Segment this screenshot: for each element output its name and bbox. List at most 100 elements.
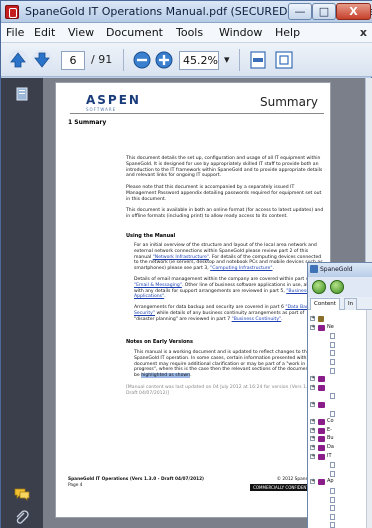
- zoom-in-icon[interactable]: [153, 49, 175, 71]
- help-window-title-bar[interactable]: SpaneGold: [308, 263, 372, 277]
- expand-icon[interactable]: +: [310, 479, 315, 485]
- heading-divider: [70, 113, 324, 114]
- tab-index[interactable]: In: [344, 298, 358, 310]
- logo-sub-text: SOFTWARE: [86, 107, 117, 112]
- tree-item-label: Da: [327, 444, 334, 450]
- expand-icon[interactable]: +: [310, 445, 315, 450]
- page-icon: [330, 496, 335, 503]
- back-arrow-icon[interactable]: [312, 280, 326, 294]
- tree-item-label: E-: [327, 426, 332, 433]
- notes-text: .: [190, 373, 192, 379]
- expand-icon[interactable]: +: [310, 419, 315, 425]
- book-icon: [318, 376, 325, 383]
- fit-page-icon[interactable]: [273, 49, 295, 71]
- using-manual-heading: Using the Manual: [126, 233, 176, 239]
- help-contents-tree: + + Ne + + + + Co + E- + Bu + Da + IT + Ap: [308, 310, 372, 528]
- expand-icon[interactable]: +: [310, 316, 315, 321]
- footer-page-number: Page 4: [68, 483, 83, 488]
- maximize-button[interactable]: □: [312, 3, 336, 20]
- page-heading: Summary: [260, 95, 318, 109]
- menu-tools[interactable]: Tools: [176, 26, 203, 39]
- notes-paragraph-1: This manual is a working document and is…: [134, 350, 324, 379]
- expand-icon[interactable]: +: [310, 436, 315, 442]
- fit-width-icon[interactable]: [247, 49, 269, 71]
- book-icon: [318, 324, 325, 331]
- menu-bar: File Edit View Document Tools Window Hel…: [1, 23, 372, 43]
- page-icon: [330, 470, 335, 477]
- page-icon: [330, 393, 335, 400]
- page-icon: [330, 333, 335, 340]
- menu-edit[interactable]: Edit: [34, 26, 55, 39]
- adobe-reader-window: SpaneGold IT Operations Manual.pdf (SECU…: [0, 0, 372, 528]
- close-button[interactable]: X: [336, 3, 371, 20]
- toolbar-separator: [123, 49, 124, 71]
- attachments-paperclip-icon[interactable]: [14, 510, 30, 526]
- notes-heading: Notes on Early Versions: [126, 339, 193, 345]
- email-messaging-link[interactable]: "Email & Messaging": [134, 283, 182, 288]
- page-icon: [330, 462, 335, 469]
- vertical-scrollbar[interactable]: [365, 78, 372, 263]
- pdf-page: ASPEN SOFTWARE Summary 1 Summary This do…: [55, 82, 331, 518]
- page-icon: [330, 359, 335, 365]
- pages-panel-icon[interactable]: [14, 86, 30, 102]
- expand-icon[interactable]: +: [310, 384, 315, 390]
- tree-item-label: Co: [327, 418, 334, 425]
- previous-page-icon[interactable]: [7, 49, 29, 71]
- footer-title: SpaneGold IT Operations (Vers 1.3.0 - Dr…: [68, 477, 205, 482]
- tree-item[interactable]: [308, 520, 368, 528]
- adobe-reader-icon: [5, 5, 19, 19]
- expand-icon[interactable]: +: [310, 376, 315, 382]
- expand-icon[interactable]: +: [310, 324, 315, 330]
- forward-arrow-icon[interactable]: [330, 280, 344, 294]
- book-icon: [318, 427, 325, 434]
- tree-item-label: Ne: [327, 323, 334, 330]
- expand-icon[interactable]: +: [310, 453, 315, 459]
- using-paragraph-1: For an initial overview of the structure…: [134, 243, 324, 272]
- book-icon: [318, 436, 325, 443]
- business-continuity-link[interactable]: "Business Continuity": [232, 317, 282, 322]
- expand-icon[interactable]: +: [310, 402, 315, 407]
- page-icon: [330, 350, 335, 357]
- highlighted-text: highlighted as shown: [141, 373, 191, 379]
- notes-paragraph-2: [Manual content was last updated on 04 J…: [126, 385, 319, 396]
- section-title: 1 Summary: [68, 119, 107, 126]
- tree-item-label: IT: [327, 452, 332, 459]
- help-tree-scrollbar[interactable]: [366, 310, 372, 528]
- comments-panel-icon[interactable]: [14, 486, 30, 502]
- page-icon: [330, 341, 335, 348]
- page-icon: [330, 513, 335, 520]
- page-number-input[interactable]: 6: [61, 51, 85, 70]
- using-text: .: [164, 294, 166, 300]
- zoom-out-icon[interactable]: [131, 49, 153, 71]
- computing-infrastructure-link[interactable]: "Computing Infrastructure": [210, 266, 272, 271]
- menu-view[interactable]: View: [68, 26, 94, 39]
- using-text: Arrangements for data backup and securit…: [134, 305, 286, 310]
- zoom-level-field[interactable]: 45.2%: [179, 51, 219, 70]
- menu-document[interactable]: Document: [106, 26, 163, 39]
- menu-window[interactable]: Window: [219, 26, 262, 39]
- zoom-dropdown-chevron-icon[interactable]: ▾: [224, 53, 230, 66]
- expand-icon[interactable]: +: [310, 427, 315, 433]
- aspen-logo: ASPEN SOFTWARE: [86, 93, 141, 112]
- book-icon: [318, 453, 325, 460]
- network-infrastructure-link[interactable]: "Network Infrastructure": [153, 255, 209, 260]
- summary-paragraph-3: This document is available in both an on…: [126, 208, 324, 219]
- menu-file[interactable]: File: [6, 26, 24, 39]
- minimize-button[interactable]: —: [288, 3, 312, 20]
- book-icon: [318, 419, 325, 426]
- page-footer-left: SpaneGold IT Operations (Vers 1.3.0 - Dr…: [68, 477, 204, 489]
- book-icon: [318, 402, 325, 408]
- using-text: .: [272, 266, 274, 272]
- tab-content[interactable]: Content: [310, 298, 340, 310]
- logo-main-text: ASPEN: [86, 93, 141, 107]
- close-document-icon[interactable]: x: [360, 26, 367, 39]
- book-icon: [318, 479, 325, 486]
- toolbar: 6 / 91 45.2% ▾: [1, 43, 372, 77]
- menu-help[interactable]: Help: [275, 26, 300, 39]
- summary-paragraph-2: Please note that this document is accomp…: [126, 185, 322, 202]
- title-bar[interactable]: SpaneGold IT Operations Manual.pdf (SECU…: [1, 1, 372, 23]
- navigation-panel: [1, 78, 43, 528]
- page-icon: [330, 505, 335, 512]
- help-topic-icon: [318, 316, 324, 322]
- next-page-icon[interactable]: [31, 49, 53, 71]
